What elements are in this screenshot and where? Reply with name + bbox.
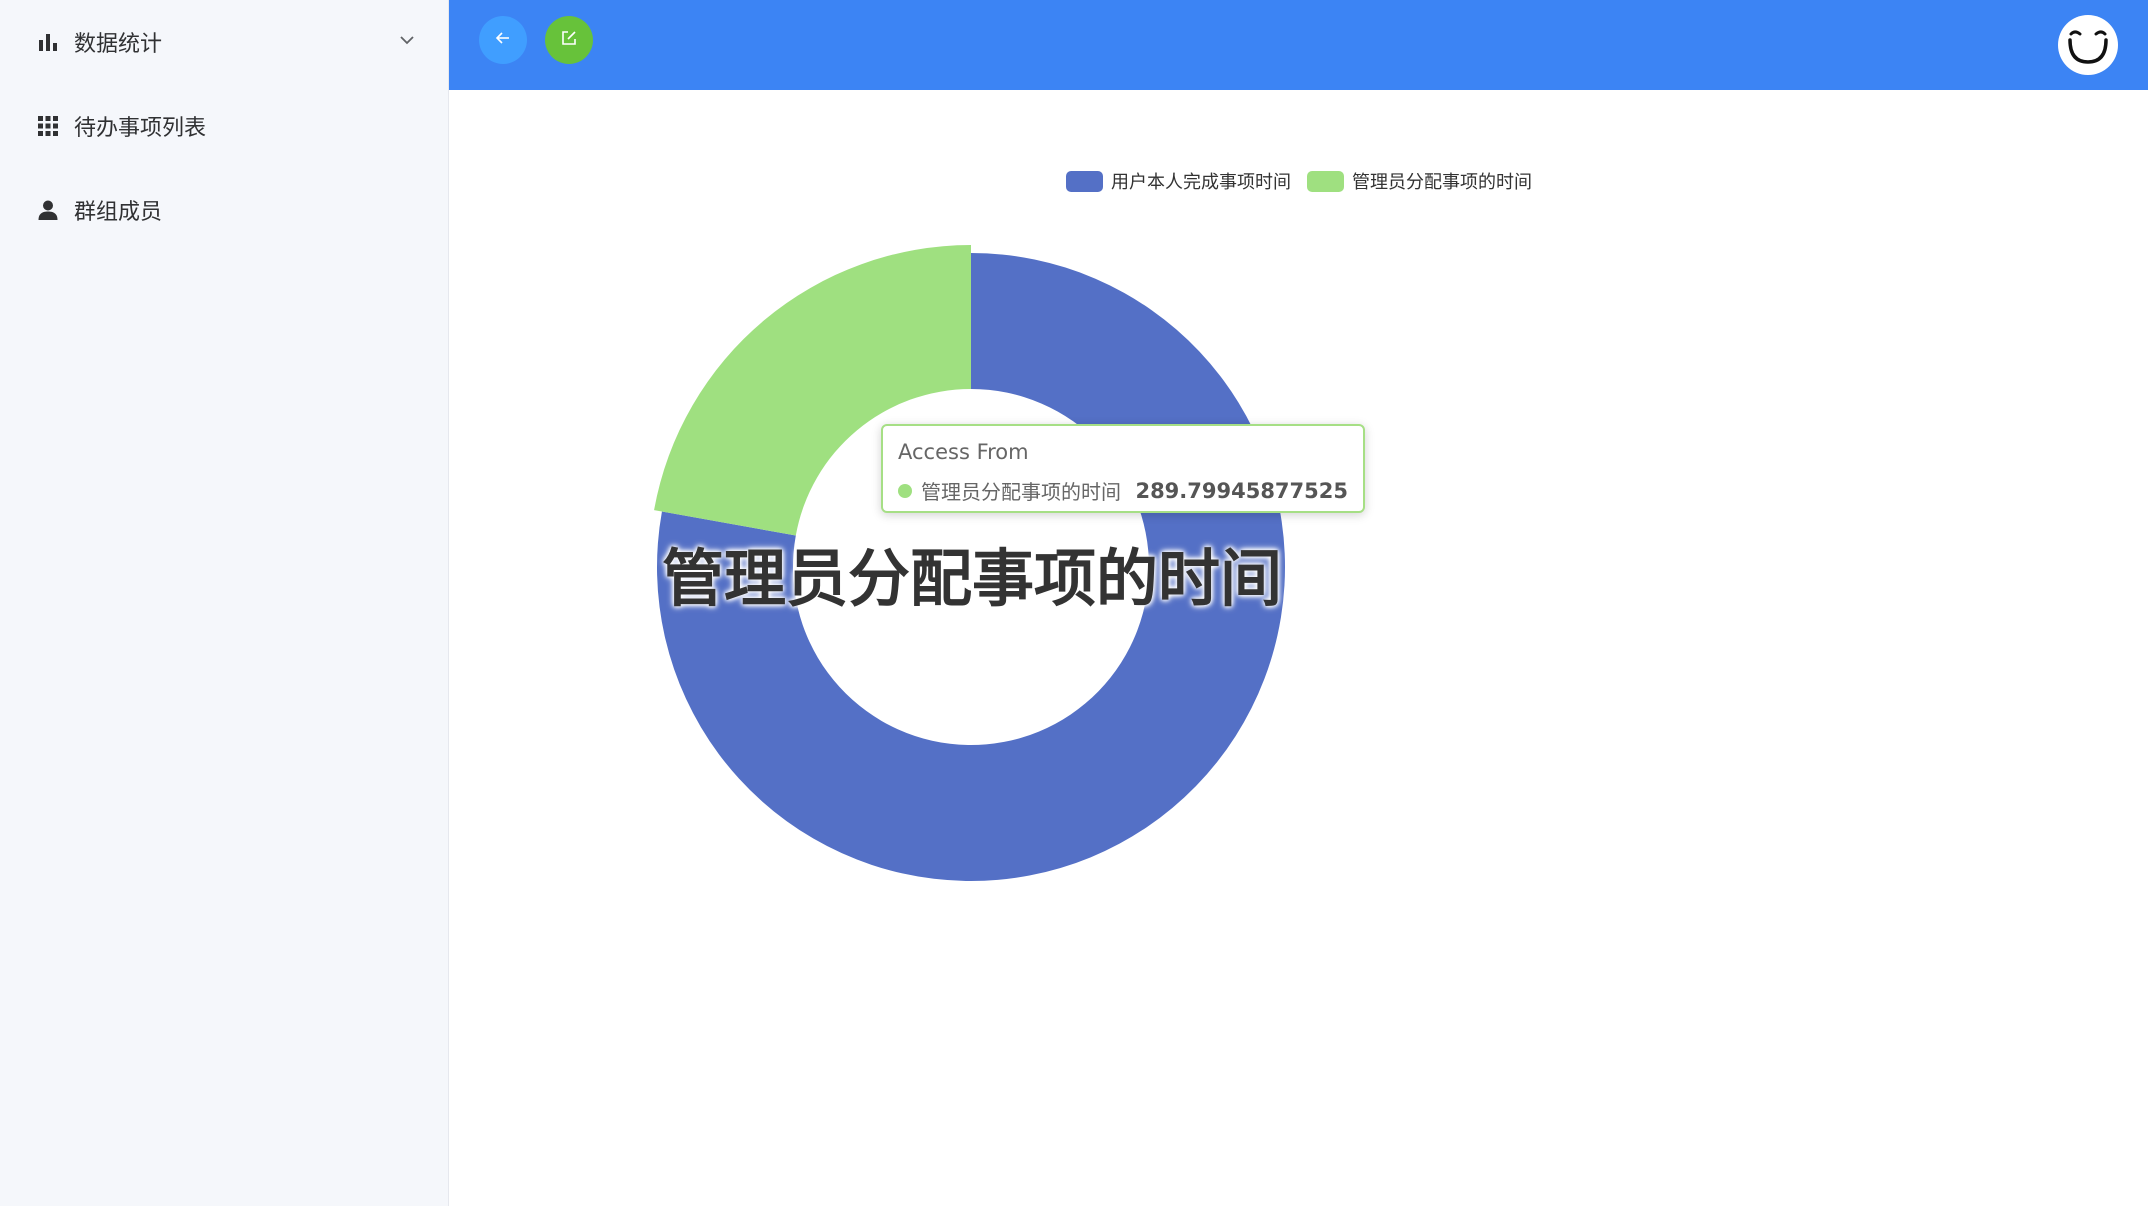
arrow-left-icon	[494, 29, 512, 51]
chart-legend: 用户本人完成事项时间 管理员分配事项的时间	[1066, 168, 1532, 194]
legend-label: 用户本人完成事项时间	[1111, 172, 1291, 193]
tooltip-series-name: 管理员分配事项的时间	[921, 480, 1121, 504]
legend-swatch	[1307, 170, 1344, 192]
chart-area: 用户本人完成事项时间 管理员分配事项的时间 管理员分配事项的时间 Access …	[449, 90, 2148, 1206]
sidebar-item-group-members[interactable]: 群组成员	[0, 168, 449, 252]
sidebar-item-label: 数据统计	[74, 32, 163, 57]
sidebar: 数据统计 待办事项列表 群组成员	[0, 0, 449, 1206]
legend-swatch	[1066, 170, 1103, 192]
chart-center-label: 管理员分配事项的时间	[662, 542, 1283, 615]
grid-icon	[36, 114, 60, 138]
chart-tooltip: Access From 管理员分配事项的时间 289.79945877525	[881, 424, 1365, 513]
edit-button[interactable]	[545, 16, 593, 64]
legend-item-user-completed[interactable]: 用户本人完成事项时间	[1066, 168, 1291, 194]
tooltip-value: 289.79945877525	[1135, 478, 1348, 503]
smiley-avatar-icon	[2068, 30, 2108, 64]
chevron-down-icon	[397, 30, 417, 50]
back-button[interactable]	[479, 16, 527, 64]
donut-chart	[654, 245, 1285, 881]
user-icon	[36, 198, 60, 222]
tooltip-row: 管理员分配事项的时间 289.79945877525	[898, 476, 1348, 505]
edit-icon	[560, 29, 578, 51]
avatar[interactable]	[2058, 15, 2118, 75]
sidebar-item-label: 待办事项列表	[74, 116, 207, 141]
bar-chart-icon	[36, 30, 60, 54]
legend-item-admin-assigned[interactable]: 管理员分配事项的时间	[1307, 168, 1532, 194]
tooltip-marker	[898, 483, 912, 498]
legend-label: 管理员分配事项的时间	[1352, 172, 1532, 193]
tooltip-title: Access From	[898, 440, 1029, 464]
sidebar-item-statistics[interactable]: 数据统计	[0, 0, 449, 84]
top-header	[449, 0, 2148, 90]
sidebar-item-todo-list[interactable]: 待办事项列表	[0, 84, 449, 168]
sidebar-item-label: 群组成员	[74, 200, 163, 225]
